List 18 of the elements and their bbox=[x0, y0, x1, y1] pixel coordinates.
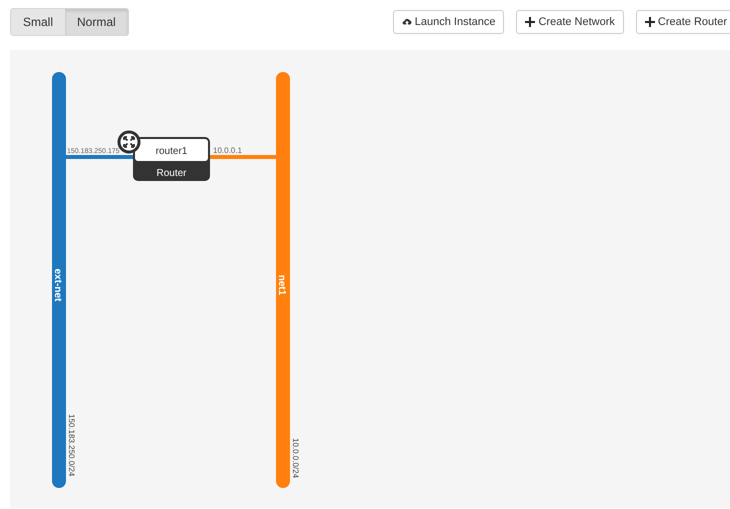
network-bar[interactable] bbox=[52, 72, 66, 488]
action-button[interactable]: Create Network bbox=[516, 10, 624, 34]
port-ip-label: 10.0.0.1 bbox=[213, 146, 242, 155]
router-type-label: Router bbox=[156, 168, 186, 179]
action-button[interactable]: Create Router bbox=[636, 10, 730, 34]
router-name: router1 bbox=[156, 146, 188, 157]
size-toggle-button[interactable]: Small bbox=[11, 8, 66, 34]
cloud-upload-icon bbox=[402, 16, 412, 26]
network-cidr-label: 150.183.250.0/24 bbox=[67, 414, 76, 476]
plus-icon bbox=[644, 16, 655, 26]
router-node[interactable] bbox=[133, 137, 210, 181]
action-button[interactable]: Launch Instance bbox=[392, 10, 504, 34]
network-cidr-label: 10.0.0.0/24 bbox=[291, 438, 300, 478]
network-name: ext-net bbox=[52, 268, 63, 302]
network-name: net1 bbox=[276, 274, 287, 296]
size-toggle-button[interactable]: Normal bbox=[65, 8, 128, 34]
plus-icon bbox=[525, 16, 536, 26]
router-icon bbox=[118, 130, 140, 154]
